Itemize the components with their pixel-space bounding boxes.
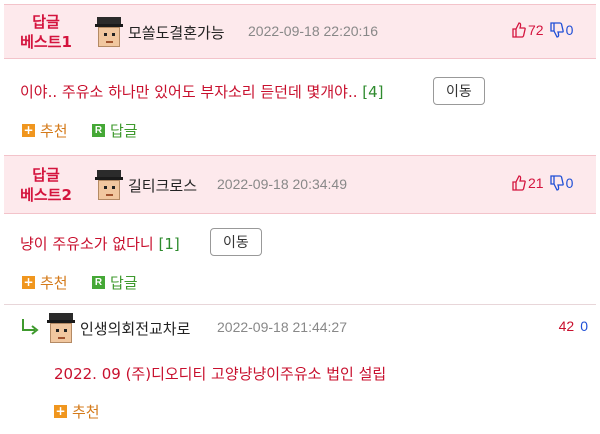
vote-area: 21 0 (512, 175, 573, 191)
comment-date: 2022-09-18 20:34:49 (217, 176, 347, 192)
comment-text: 이야.. 주유소 하나만 있어도 부자소리 듣던데 몇개야.. [4] (20, 81, 384, 102)
best-label-line2: 베스트2 (20, 185, 72, 204)
best-label-2: 답글 베스트2 (4, 156, 88, 213)
user-avatar-icon[interactable] (47, 313, 75, 343)
comment-text: 냥이 주유소가 없다니 [1] (20, 233, 180, 254)
up-vote-count: 21 (528, 175, 544, 191)
recommend-button[interactable]: + 추천 (22, 272, 68, 293)
recommend-button[interactable]: + 추천 (54, 401, 100, 422)
reply-vote-area: 42 0 (559, 318, 588, 334)
nickname[interactable]: 길티크로스 (128, 175, 197, 196)
reply-label: 답글 (110, 122, 138, 140)
plus-icon: + (22, 275, 35, 289)
up-vote-count: 72 (528, 22, 544, 38)
comment-date: 2022-09-18 22:20:16 (248, 23, 378, 39)
reply-count[interactable]: [1] (159, 235, 180, 253)
down-vote-count: 0 (580, 318, 588, 334)
recommend-label: 추천 (40, 274, 68, 292)
nickname[interactable]: 인생의회전교차로 (80, 318, 190, 339)
reply-button[interactable]: R 답글 (92, 120, 138, 141)
best-label-line1: 답글 (32, 12, 60, 31)
reply-count[interactable]: [4] (362, 83, 383, 101)
best-label-1: 답글 베스트1 (4, 5, 88, 58)
reply-icon: R (92, 276, 105, 289)
plus-icon: + (22, 123, 35, 137)
down-vote-count: 0 (565, 175, 574, 191)
reply-arrow-icon (22, 319, 39, 335)
plus-icon: + (54, 404, 67, 418)
best-comment-header-2: 답글 베스트2 길티크로스 2022-09-18 20:34:49 21 0 (4, 155, 596, 214)
comment-body: 이야.. 주유소 하나만 있어도 부자소리 듣던데 몇개야.. (20, 83, 358, 101)
thumbs-down-icon[interactable] (549, 22, 564, 38)
reply-text: 2022. 09 (주)디오디티 고양냥냥이주유소 법인 설립 (54, 365, 387, 383)
up-vote-count: 42 (558, 318, 575, 334)
down-vote-count: 0 (565, 22, 574, 38)
comment-date: 2022-09-18 21:44:27 (217, 319, 347, 335)
reply-label: 답글 (110, 274, 138, 292)
recommend-label: 추천 (40, 122, 68, 140)
best-label-line1: 답글 (32, 165, 60, 184)
thumbs-up-icon[interactable] (512, 175, 526, 191)
user-avatar-icon[interactable] (95, 170, 123, 200)
comment-body: 냥이 주유소가 없다니 (20, 235, 154, 253)
move-button[interactable]: 이동 (210, 228, 262, 256)
reply-button[interactable]: R 답글 (92, 272, 138, 293)
nickname[interactable]: 모쏠도결혼가능 (128, 22, 225, 43)
thumbs-up-icon[interactable] (512, 22, 526, 38)
thumbs-down-icon[interactable] (549, 175, 564, 191)
move-button[interactable]: 이동 (433, 77, 485, 105)
recommend-label: 추천 (72, 403, 100, 421)
recommend-button[interactable]: + 추천 (22, 120, 68, 141)
reply-icon: R (92, 124, 105, 137)
vote-area: 72 0 (512, 22, 573, 38)
user-avatar-icon[interactable] (95, 17, 123, 47)
best-comment-header-1: 답글 베스트1 모쏠도결혼가능 2022-09-18 22:20:16 72 0 (4, 4, 596, 59)
best-label-line2: 베스트1 (20, 32, 72, 51)
divider (4, 304, 596, 305)
